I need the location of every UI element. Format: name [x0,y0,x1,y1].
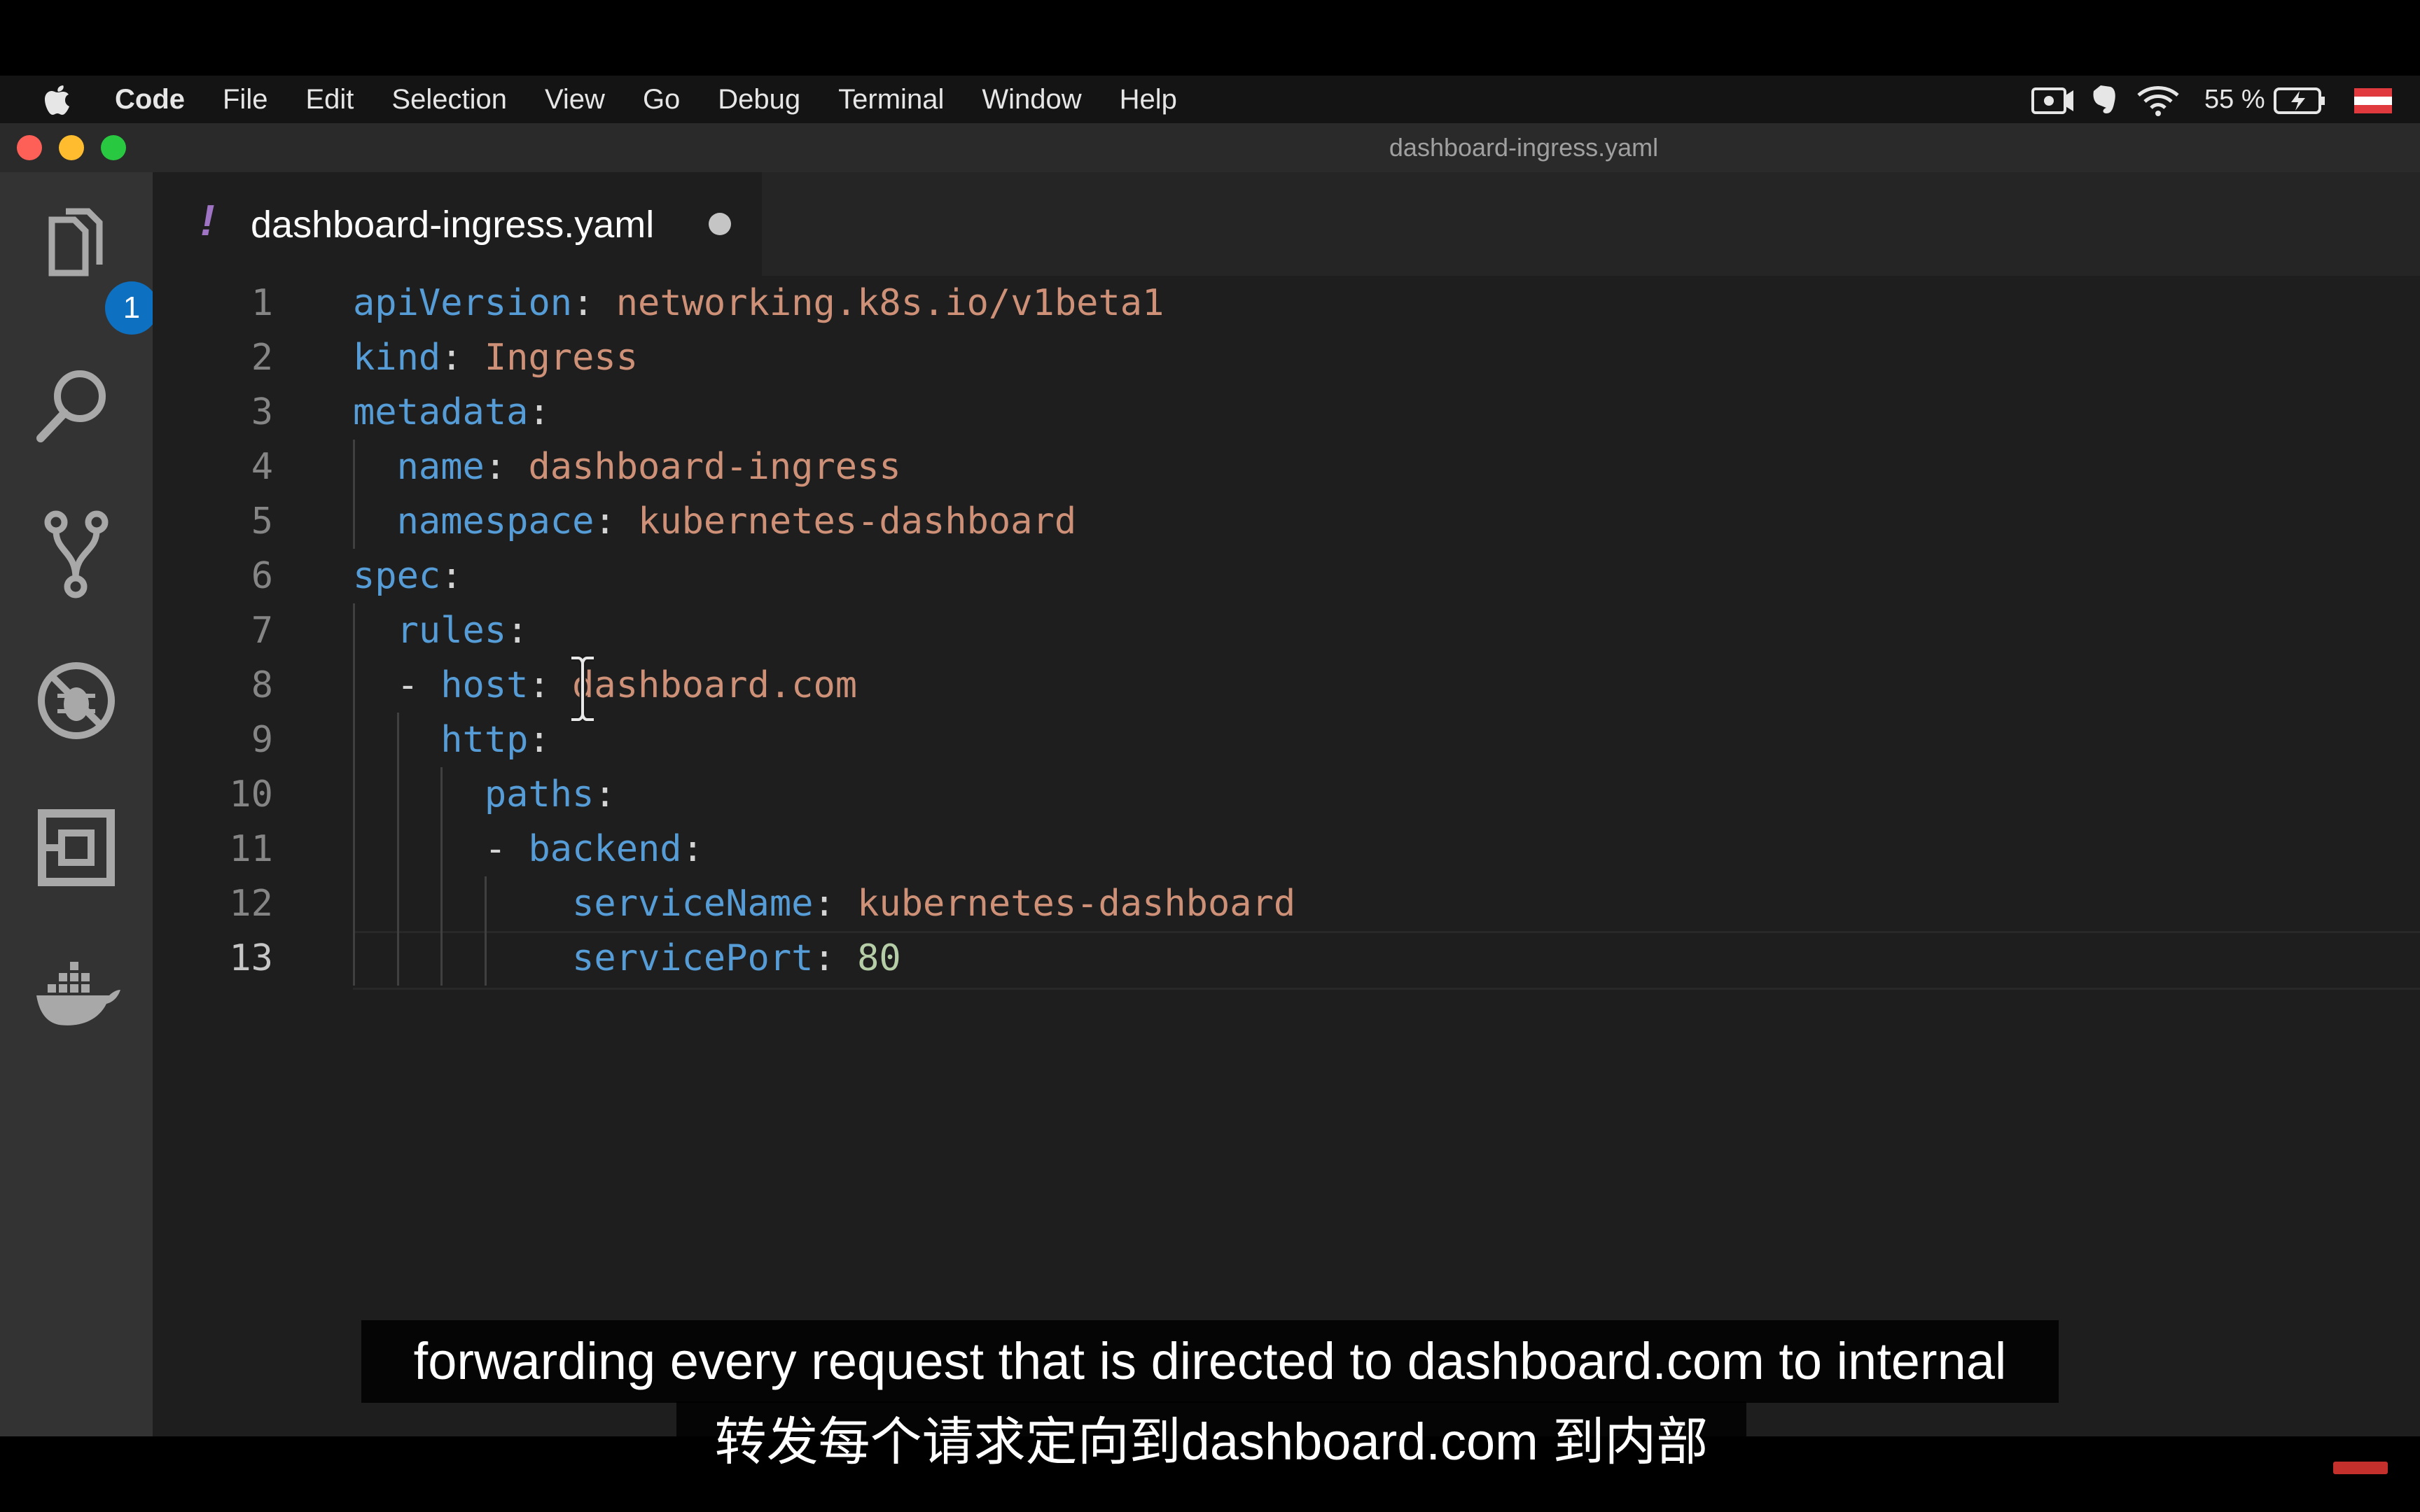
line-number: 7 [251,610,273,652]
code-line: 2 kind: Ingress [153,330,2420,385]
line-number: 3 [251,391,273,433]
video-letterbox-top [0,0,2420,76]
code-line: 5 namespace: kubernetes-dashboard [153,494,2420,549]
menu-app-code[interactable]: Code [115,84,185,115]
activity-bar: 1 [0,172,158,1436]
menu-help[interactable]: Help [1120,84,1177,115]
yaml-value: kubernetes-dashboard [857,883,1296,925]
yaml-key: namespace [396,500,594,542]
code-line: 10 paths: [153,767,2420,822]
menu-debug[interactable]: Debug [718,84,800,115]
screen-record-icon[interactable] [2031,87,2075,115]
yaml-key: paths [484,774,594,816]
source-control-icon[interactable] [31,508,122,599]
macos-menu-bar: Code File Edit Selection View Go Debug Terminal… [0,76,2420,123]
line-number: 8 [251,664,273,706]
yaml-value: dashboard-ingress [528,446,901,488]
code-line: 4 name: dashboard-ingress [153,440,2420,494]
code-line: 8 - host: dashboard.com [153,658,2420,713]
wifi-icon[interactable] [2136,85,2181,116]
code-line: 11 - backend: [153,822,2420,876]
code-line-active: 13 servicePort: 80 [153,931,2420,986]
extensions-icon[interactable] [31,802,122,893]
input-source-flag-icon[interactable] [2354,88,2392,113]
unsaved-dot-icon[interactable] [709,213,731,235]
menu-view[interactable]: View [545,84,605,115]
line-number: 5 [251,500,273,542]
yaml-key: apiVersion [353,282,573,324]
yaml-value: dashboard.com [572,664,858,706]
text-cursor-icon [571,655,594,722]
yaml-key: name [396,446,485,488]
line-number: 4 [251,446,273,488]
tab-dashboard-ingress[interactable]: ! dashboard-ingress.yaml [153,172,762,276]
yaml-value: 80 [857,937,901,979]
subtitle-english: forwarding every request that is directe… [361,1320,2059,1403]
yaml-value: networking.k8s.io/v1beta1 [616,282,1164,324]
evernote-icon[interactable] [2088,84,2119,116]
tab-label: dashboard-ingress.yaml [251,204,655,246]
line-number: 2 [251,337,273,379]
yaml-key: spec [353,555,441,597]
yaml-key: rules [396,610,507,652]
window-title: dashboard-ingress.yaml [1389,133,1659,162]
menu-window[interactable]: Window [982,84,1081,115]
yaml-key: metadata [353,391,529,433]
line-number: 12 [229,883,273,925]
battery-charging-icon[interactable] [2273,87,2326,115]
explorer-badge: 1 [105,281,158,335]
yaml-key: serviceName [572,883,814,925]
menu-file[interactable]: File [223,84,267,115]
editor-area: ! dashboard-ingress.yaml 1 apiVersion: n… [153,172,2420,1436]
yaml-key: http [440,719,529,761]
code-line: 1 apiVersion: networking.k8s.io/v1beta1 [153,276,2420,330]
battery-percent: 55 % [2204,85,2265,114]
line-number: 9 [251,719,273,761]
menu-selection[interactable]: Selection [391,84,507,115]
line-number: 10 [229,774,273,816]
explorer-button[interactable]: 1 [31,206,158,335]
yaml-key: host [440,664,529,706]
yaml-file-icon: ! [200,197,215,245]
yaml-key: kind [353,337,441,379]
code-line: 9 http: [153,713,2420,767]
debug-icon[interactable] [31,655,122,746]
window-title-bar: dashboard-ingress.yaml [0,123,2420,174]
apple-icon[interactable] [42,83,73,116]
code-line: 3 metadata: [153,385,2420,440]
code-line: 6 spec: [153,549,2420,603]
line-number: 6 [251,555,273,597]
files-icon [48,208,103,276]
yaml-key: backend [528,828,682,870]
code-line: 7 rules: [153,603,2420,658]
subscribe-watermark-icon[interactable] [2333,1462,2388,1474]
line-number: 1 [251,282,273,324]
yaml-key: servicePort [572,937,814,979]
code-line: 12 serviceName: kubernetes-dashboard [153,876,2420,931]
editor-tab-strip: ! dashboard-ingress.yaml [153,172,2420,276]
line-number: 11 [229,828,273,870]
menu-edit[interactable]: Edit [305,84,354,115]
line-number: 13 [229,937,273,979]
search-icon[interactable] [31,360,122,451]
docker-icon[interactable] [31,949,122,1040]
menu-terminal[interactable]: Terminal [838,84,944,115]
subtitle-chinese: 转发每个请求定向到dashboard.com 到内部 [676,1401,1746,1483]
yaml-value: kubernetes-dashboard [638,500,1077,542]
yaml-value: Ingress [484,337,639,379]
menu-go[interactable]: Go [643,84,680,115]
